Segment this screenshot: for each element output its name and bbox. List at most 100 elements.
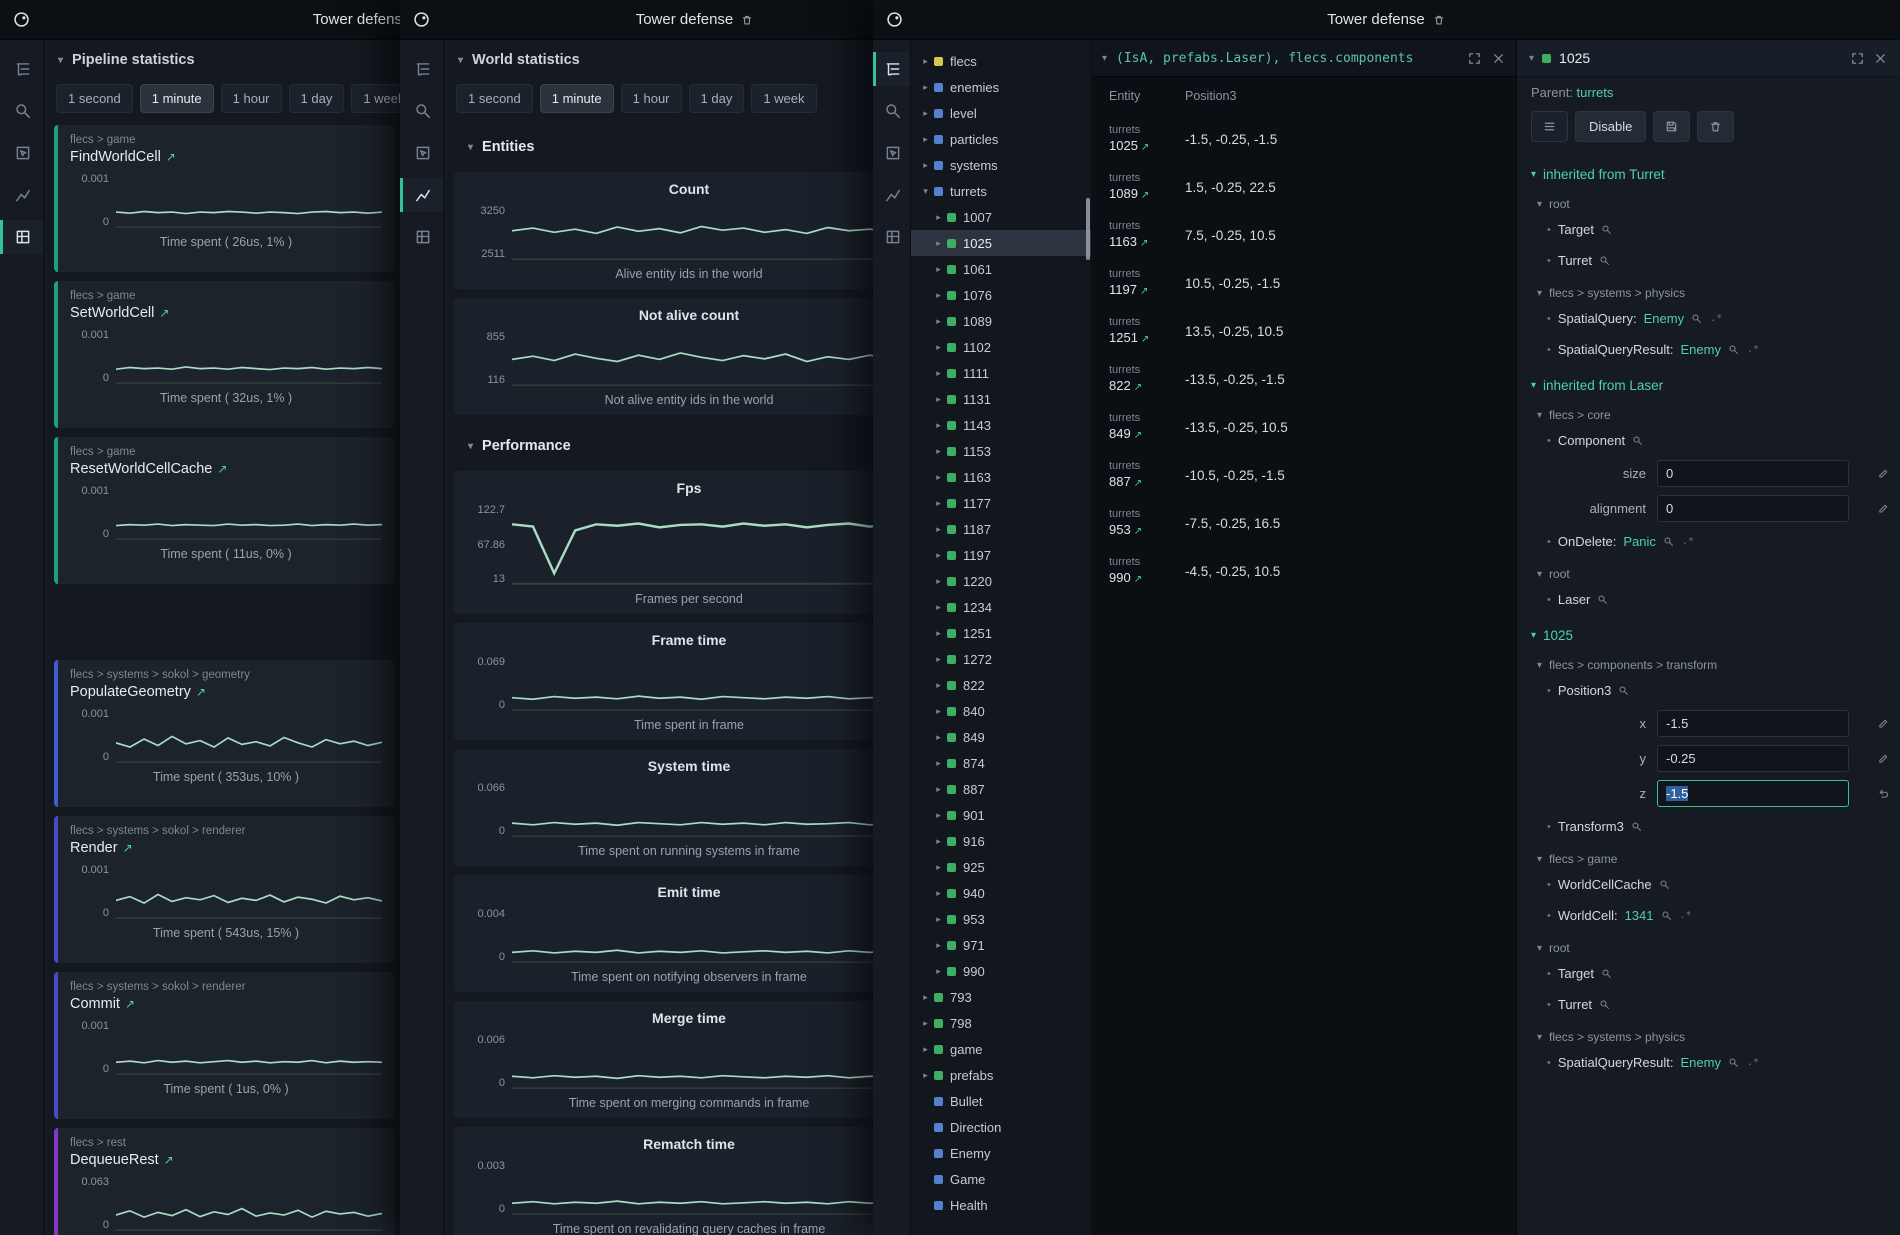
entity-id-link[interactable]: 953↗ (1109, 522, 1185, 539)
chevron-right-icon[interactable]: ▸ (919, 134, 932, 145)
tree-item-1251[interactable]: ▸1251 (911, 620, 1091, 646)
chevron-right-icon[interactable]: ▸ (919, 1018, 932, 1029)
magnifier-icon-slot[interactable] (1618, 685, 1630, 697)
field-input-alignment[interactable]: 0 (1657, 495, 1849, 522)
entity-id-link[interactable]: 1251↗ (1109, 330, 1185, 347)
tab-1-day[interactable]: 1 day (289, 84, 345, 113)
tree-item-enemies[interactable]: ▸enemies (911, 74, 1091, 100)
chevron-down-icon[interactable]: ▾ (919, 186, 932, 197)
tree-item-flecs[interactable]: ▸flecs (911, 48, 1091, 74)
component-row-worldcellcache[interactable]: •WorldCellCache (1517, 869, 1900, 900)
entity-id-link[interactable]: 1197↗ (1109, 282, 1185, 299)
chevron-right-icon[interactable]: ▸ (919, 160, 932, 171)
magnifier-icon-slot[interactable] (1632, 435, 1644, 447)
component-value-link[interactable]: Panic (1623, 534, 1656, 549)
inspector-scope-flecs-systems-physics[interactable]: ▾flecs > systems > physics (1517, 1020, 1900, 1047)
tree-item-1102[interactable]: ▸1102 (911, 334, 1091, 360)
component-row-transform3[interactable]: •Transform3 (1517, 811, 1900, 842)
tree-item-Direction[interactable]: Direction (911, 1114, 1091, 1140)
table-row[interactable]: turrets1025↗-1.5, -0.25, -1.5 (1092, 115, 1516, 163)
open-link-icon[interactable]: ↗ (166, 150, 176, 164)
component-row-turret[interactable]: •Turret (1517, 245, 1900, 276)
tree-item-1272[interactable]: ▸1272 (911, 646, 1091, 672)
entity-id-link[interactable]: 887↗ (1109, 474, 1185, 491)
magnifier-icon-slot[interactable] (1631, 821, 1643, 833)
rail-tree-button[interactable] (400, 52, 443, 86)
tree-item-particles[interactable]: ▸particles (911, 126, 1091, 152)
chevron-right-icon[interactable]: ▸ (932, 758, 945, 769)
edit-pencil-icon[interactable] (1877, 502, 1890, 515)
rail-tree-button[interactable] (0, 52, 43, 86)
entity-id-link[interactable]: 849↗ (1109, 426, 1185, 443)
chevron-right-icon[interactable]: ▸ (932, 524, 945, 535)
chevron-right-icon[interactable]: ▸ (932, 290, 945, 301)
tree-item-1061[interactable]: ▸1061 (911, 256, 1091, 282)
chevron-right-icon[interactable]: ▸ (932, 940, 945, 951)
chevron-right-icon[interactable]: ▸ (932, 576, 945, 587)
tree-item-1153[interactable]: ▸1153 (911, 438, 1091, 464)
tree-item-1089[interactable]: ▸1089 (911, 308, 1091, 334)
field-input-x[interactable]: -1.5 (1657, 710, 1849, 737)
open-link-icon[interactable]: ↗ (1134, 478, 1142, 489)
chevron-down-icon[interactable]: ▾ (1529, 53, 1534, 64)
tab-1-hour[interactable]: 1 hour (621, 84, 682, 113)
chevron-right-icon[interactable]: ▸ (919, 56, 932, 67)
trash-icon[interactable] (740, 13, 754, 27)
component-row-turret[interactable]: •Turret (1517, 989, 1900, 1020)
inspector-scope-root[interactable]: ▾root (1517, 187, 1900, 214)
tree-scrollbar[interactable] (1086, 198, 1090, 260)
tab-1-second[interactable]: 1 second (456, 84, 533, 113)
chevron-right-icon[interactable]: ▸ (932, 706, 945, 717)
tree-item-Enemy[interactable]: Enemy (911, 1140, 1091, 1166)
trash-icon[interactable] (1432, 13, 1446, 27)
tree-item-Health[interactable]: Health (911, 1192, 1091, 1218)
chevron-down-icon[interactable]: ▾ (1102, 53, 1107, 64)
tree-item-822[interactable]: ▸822 (911, 672, 1091, 698)
inspector-section-1025[interactable]: ▾1025 (1517, 615, 1900, 648)
table-row[interactable]: turrets953↗-7.5, -0.25, 16.5 (1092, 499, 1516, 547)
chevron-right-icon[interactable]: ▸ (932, 420, 945, 431)
chevron-right-icon[interactable]: ▸ (932, 966, 945, 977)
open-link-icon[interactable]: ↗ (1140, 238, 1148, 249)
component-value-link[interactable]: Enemy (1680, 1055, 1720, 1070)
component-row-laser[interactable]: •Laser (1517, 584, 1900, 615)
tree-item-1163[interactable]: ▸1163 (911, 464, 1091, 490)
component-row-spatialqueryresult-[interactable]: •SpatialQueryResult:Enemy.* (1517, 1047, 1900, 1078)
tree-item-game[interactable]: ▸game (911, 1036, 1091, 1062)
chevron-right-icon[interactable]: ▸ (932, 680, 945, 691)
rail-inspect-button[interactable] (0, 136, 43, 170)
parent-link[interactable]: turrets (1577, 85, 1614, 100)
table-row[interactable]: turrets1163↗7.5, -0.25, 10.5 (1092, 211, 1516, 259)
component-row-ondelete-[interactable]: •OnDelete:Panic.* (1517, 526, 1900, 557)
disable-button[interactable]: Disable (1575, 111, 1646, 142)
chevron-right-icon[interactable]: ▸ (919, 1044, 932, 1055)
open-link-icon[interactable]: ↗ (1134, 574, 1142, 585)
chevron-right-icon[interactable]: ▸ (932, 212, 945, 223)
tree-item-level[interactable]: ▸level (911, 100, 1091, 126)
stat-title[interactable]: ResetWorldCellCache↗ (70, 461, 382, 477)
open-link-icon[interactable]: ↗ (1134, 382, 1142, 393)
tree-item-1131[interactable]: ▸1131 (911, 386, 1091, 412)
stat-title[interactable]: SetWorldCell↗ (70, 305, 382, 321)
tree-item-1025[interactable]: ▸1025 (911, 230, 1091, 256)
magnifier-icon-slot[interactable] (1597, 594, 1609, 606)
entity-id-link[interactable]: 822↗ (1109, 378, 1185, 395)
chevron-right-icon[interactable]: ▸ (932, 316, 945, 327)
rail-chart-button[interactable] (400, 178, 443, 212)
rail-inspect-button[interactable] (873, 136, 910, 170)
stat-title[interactable]: DequeueRest↗ (70, 1152, 382, 1168)
inspector-scope-root[interactable]: ▾root (1517, 557, 1900, 584)
table-row[interactable]: turrets822↗-13.5, -0.25, -1.5 (1092, 355, 1516, 403)
column-header-entity[interactable]: Entity (1092, 89, 1185, 103)
entity-id-link[interactable]: 1163↗ (1109, 234, 1185, 251)
tree-item-1111[interactable]: ▸1111 (911, 360, 1091, 386)
tree-item-798[interactable]: ▸798 (911, 1010, 1091, 1036)
component-row-target[interactable]: •Target (1517, 958, 1900, 989)
rail-grid-button[interactable] (400, 220, 443, 254)
tree-item-940[interactable]: ▸940 (911, 880, 1091, 906)
rail-tree-button[interactable] (873, 52, 910, 86)
edit-pencil-icon[interactable] (1877, 752, 1890, 765)
tab-1-hour[interactable]: 1 hour (221, 84, 282, 113)
rail-chart-button[interactable] (873, 178, 910, 212)
revert-icon[interactable] (1877, 787, 1890, 800)
